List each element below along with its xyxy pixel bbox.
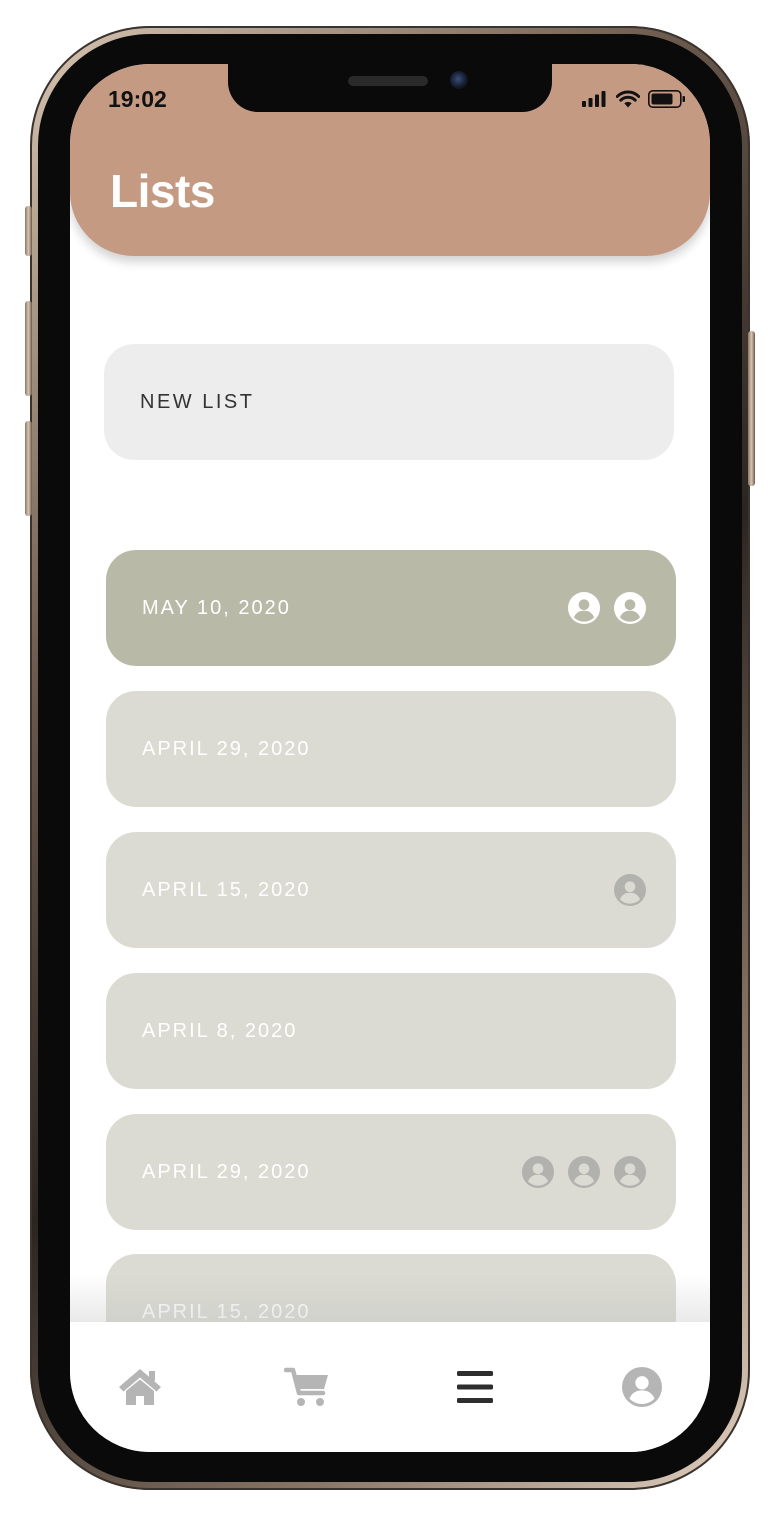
list-members xyxy=(568,592,646,624)
speaker-grille xyxy=(348,76,428,86)
list-date: APRIL 15, 2020 xyxy=(142,1300,311,1323)
page-title: Lists xyxy=(110,165,215,217)
cart-icon xyxy=(284,1367,328,1406)
volume-up-button xyxy=(25,301,32,396)
front-camera xyxy=(450,71,468,89)
menu-icon xyxy=(457,1371,493,1403)
member-avatar-icon xyxy=(614,874,646,906)
status-icons xyxy=(582,90,686,108)
volume-down-button xyxy=(25,421,32,516)
phone-frame: Lists 19:02 NEW LIST MAY 10, 2020 APRIL … xyxy=(25,26,755,1490)
member-avatar-icon xyxy=(522,1156,554,1188)
list-date: APRIL 15, 2020 xyxy=(142,878,311,901)
new-list-button[interactable]: NEW LIST xyxy=(104,344,674,460)
list-card[interactable]: MAY 10, 2020 xyxy=(106,550,676,666)
tab-profile[interactable] xyxy=(617,1362,667,1412)
list-date: APRIL 29, 2020 xyxy=(142,737,311,760)
mute-switch xyxy=(25,206,32,256)
member-avatar-icon xyxy=(614,1156,646,1188)
list-date: MAY 10, 2020 xyxy=(142,596,291,619)
list-card[interactable]: APRIL 29, 2020 xyxy=(106,1114,676,1230)
member-avatar-icon xyxy=(568,1156,600,1188)
home-icon xyxy=(119,1369,161,1405)
tab-bar xyxy=(70,1322,710,1452)
power-button xyxy=(748,331,755,486)
cellular-signal-icon xyxy=(582,91,606,107)
member-avatar-icon xyxy=(614,592,646,624)
battery-icon xyxy=(648,90,685,108)
list-members xyxy=(614,874,646,906)
profile-icon xyxy=(622,1367,662,1407)
list-card[interactable]: APRIL 15, 2020 xyxy=(106,1254,676,1324)
list-members xyxy=(522,1156,646,1188)
notch xyxy=(228,64,552,112)
tab-cart[interactable] xyxy=(282,1362,332,1412)
list-card[interactable]: APRIL 8, 2020 xyxy=(106,973,676,1089)
tab-lists[interactable] xyxy=(450,1362,500,1412)
list-date: APRIL 29, 2020 xyxy=(142,1160,311,1183)
list-date: APRIL 8, 2020 xyxy=(142,1019,298,1042)
wifi-icon xyxy=(616,90,640,108)
tab-home[interactable] xyxy=(115,1362,165,1412)
list-card[interactable]: APRIL 15, 2020 xyxy=(106,832,676,948)
status-time: 19:02 xyxy=(108,86,167,112)
lists-container: MAY 10, 2020 APRIL 29, 2020 APRIL 15, 20… xyxy=(70,524,710,1324)
screen: Lists 19:02 NEW LIST MAY 10, 2020 APRIL … xyxy=(70,64,710,1452)
list-card[interactable]: APRIL 29, 2020 xyxy=(106,691,676,807)
member-avatar-icon xyxy=(568,592,600,624)
